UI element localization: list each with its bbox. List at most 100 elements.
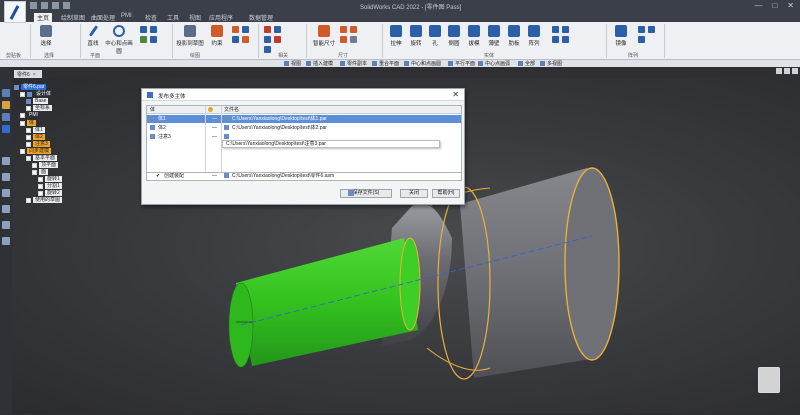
library-icon[interactable]: [2, 157, 10, 165]
cmd-view[interactable]: 视图: [284, 60, 301, 67]
checkbox[interactable]: [20, 91, 25, 97]
sensors-icon[interactable]: [2, 189, 10, 197]
cmd-center-circle[interactable]: 中心和点画圆: [404, 60, 441, 67]
tree-item[interactable]: 旋转2: [38, 190, 62, 196]
tree-item[interactable]: 顶平面: [32, 162, 59, 168]
smart-dimension-button[interactable]: 智能尺寸: [312, 25, 336, 47]
mirror-button[interactable]: 镜像: [612, 25, 630, 47]
table-row[interactable]: 体1 — C:\Users\Yanxiaolong\Desktop\test\体…: [147, 115, 461, 123]
features-icon[interactable]: [2, 113, 10, 121]
equal-icon[interactable]: [232, 36, 239, 43]
view-minimize-icon[interactable]: [776, 68, 782, 74]
checkbox[interactable]: [26, 127, 31, 133]
create-assembly-checkbox[interactable]: ✔: [153, 173, 161, 181]
thin-wall-button[interactable]: 薄壁: [486, 25, 502, 47]
mirror-copy-icon[interactable]: [648, 26, 655, 33]
checkbox[interactable]: [38, 183, 43, 189]
angle-dimension-icon[interactable]: [340, 26, 347, 33]
web-network-icon[interactable]: [562, 36, 569, 43]
help-icon[interactable]: [2, 221, 10, 229]
filename-edit-popup[interactable]: C:\Users\Yanxiaolong\Desktop\test\注意3.pa…: [222, 140, 440, 148]
pattern-along-curve-icon[interactable]: [638, 26, 645, 33]
checkbox[interactable]: [26, 197, 31, 203]
tree-item[interactable]: 体1: [26, 127, 45, 133]
horizontal-constraint-icon[interactable]: [232, 26, 239, 33]
column-header-status[interactable]: [205, 106, 221, 114]
tab-data-management[interactable]: 数据管理: [246, 13, 276, 22]
relate-icon[interactable]: [264, 26, 271, 33]
tree-item[interactable]: 设计体: [20, 91, 53, 97]
close-window-button[interactable]: ✕: [787, 1, 794, 10]
tree-item[interactable]: 坐标系: [26, 105, 53, 111]
tree-item[interactable]: PMI: [20, 112, 40, 118]
tree-item[interactable]: 基本平面: [26, 155, 58, 161]
layers-icon[interactable]: [2, 101, 10, 109]
arc-icon[interactable]: [140, 26, 147, 33]
checkbox[interactable]: [38, 190, 43, 196]
checkbox[interactable]: [38, 176, 43, 182]
tab-inspect[interactable]: 检查: [142, 13, 160, 22]
column-header-filename[interactable]: 文件名: [221, 106, 461, 114]
cmd-center-arc[interactable]: 中心点画弧: [478, 60, 510, 67]
close-tab-icon[interactable]: ×: [33, 72, 36, 78]
view-close-icon[interactable]: [792, 68, 798, 74]
pattern-button[interactable]: 阵列: [526, 25, 542, 47]
cmd-coincident-plane[interactable]: 重合平面: [372, 60, 399, 67]
annotation-icon[interactable]: [350, 36, 357, 43]
app-logo-icon[interactable]: [4, 1, 26, 23]
cmd-all[interactable]: 全部: [518, 60, 535, 67]
circle-by-center-button[interactable]: 中心和点画圆: [104, 25, 134, 55]
print-icon[interactable]: [63, 2, 70, 9]
checkbox[interactable]: [26, 134, 31, 140]
fill-pattern-icon[interactable]: [638, 36, 645, 43]
checkbox[interactable]: [32, 162, 37, 168]
cmd-parallel-plane[interactable]: 平行平面: [448, 60, 475, 67]
chamfer-icon[interactable]: [552, 36, 559, 43]
variables-icon[interactable]: [2, 205, 10, 213]
tab-pmi[interactable]: PMI: [118, 13, 135, 19]
cmd-multiview[interactable]: 多视图: [540, 60, 562, 67]
maximize-button[interactable]: □: [772, 1, 777, 10]
cmd-part-copy[interactable]: 零件副本: [340, 60, 367, 67]
document-tab[interactable]: 零件6 ×: [14, 70, 42, 78]
checkbox[interactable]: [26, 155, 31, 161]
concentric-icon[interactable]: [264, 46, 271, 53]
tree-item[interactable]: 使用的草图: [26, 197, 63, 203]
save-icon[interactable]: [30, 2, 37, 9]
select-button[interactable]: 选择: [36, 25, 56, 47]
tab-view[interactable]: 视图: [186, 13, 204, 22]
lock-icon[interactable]: [242, 36, 249, 43]
view-restore-icon[interactable]: [784, 68, 790, 74]
close-button[interactable]: 关闭: [400, 189, 428, 198]
tree-item[interactable]: 面: [32, 169, 49, 175]
constraint-button[interactable]: 约束: [208, 25, 226, 47]
redo-icon[interactable]: [52, 2, 59, 9]
parallel-icon[interactable]: [274, 26, 281, 33]
column-header-body[interactable]: 体: [147, 106, 205, 114]
hole-button[interactable]: 孔: [428, 25, 442, 47]
round-button[interactable]: 倒圆: [446, 25, 462, 47]
perpendicular-icon[interactable]: [264, 36, 271, 43]
table-row[interactable]: 体2 — C:\Users\Yanxiaolong\Desktop\test\体…: [147, 124, 461, 132]
tab-home[interactable]: 主页: [34, 13, 53, 22]
shell-icon[interactable]: [562, 26, 569, 33]
symmetric-icon[interactable]: [274, 36, 281, 43]
checkbox[interactable]: [26, 141, 31, 147]
rectangle-icon[interactable]: [150, 26, 157, 33]
tab-surfacing[interactable]: 曲面处理: [88, 13, 118, 22]
checkbox[interactable]: [32, 169, 37, 175]
tab-sketch[interactable]: 绘制草图: [58, 13, 88, 22]
checkbox[interactable]: [26, 105, 31, 111]
distance-icon[interactable]: [350, 26, 357, 33]
tree-item[interactable]: 注意3: [26, 141, 50, 147]
tree-item[interactable]: 旋转1: [38, 176, 62, 182]
undo-icon[interactable]: [41, 2, 48, 9]
draft-button[interactable]: 拔模: [466, 25, 482, 47]
rib-button[interactable]: 肋板: [506, 25, 522, 47]
tree-item[interactable]: 体: [20, 120, 37, 126]
pathfinder-icon[interactable]: [2, 89, 10, 97]
fillet-icon[interactable]: [140, 36, 147, 43]
help-button[interactable]: 帮助(H): [432, 189, 460, 198]
radius-icon[interactable]: [340, 36, 347, 43]
color-manager-icon[interactable]: [2, 237, 10, 245]
